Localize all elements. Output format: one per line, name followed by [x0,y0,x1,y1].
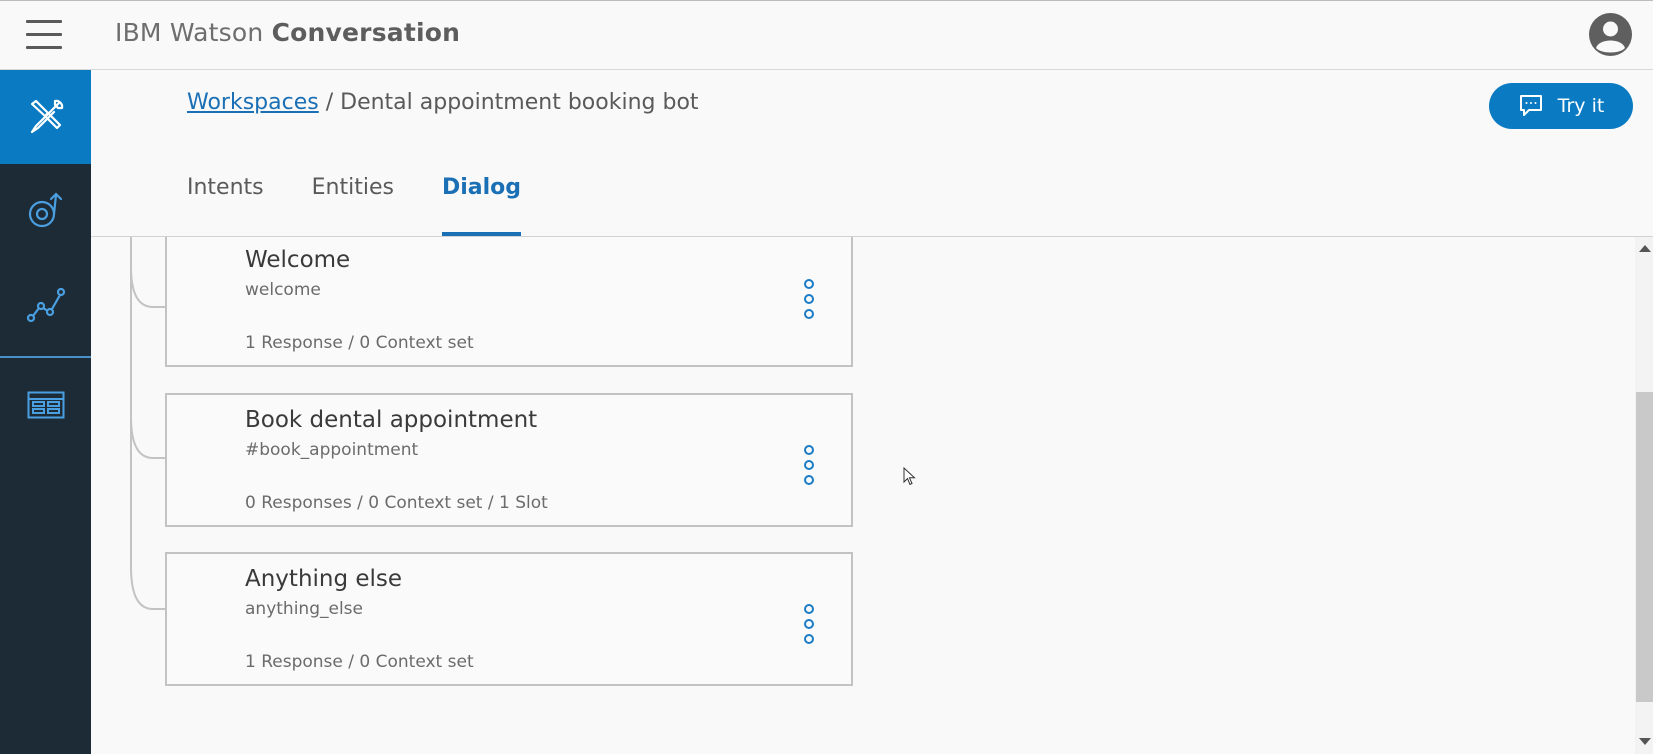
analytics-icon [26,287,65,323]
top-bar: IBM Watson Conversation [0,0,1653,70]
node-title: Anything else [245,566,403,592]
tab-entities[interactable]: Entities [312,173,394,236]
mouse-cursor-icon [903,467,916,486]
node-meta: 0 Responses / 0 Context set / 1 Slot [245,493,548,513]
try-it-label: Try it [1557,95,1605,117]
node-title: Book dental appointment [245,407,538,433]
node-meta: 1 Response / 0 Context set [245,333,474,353]
scroll-down-arrow-icon[interactable] [1639,738,1651,745]
user-avatar-icon[interactable] [1589,13,1632,56]
scrollbar-thumb[interactable] [1636,392,1653,702]
node-title: Welcome [245,247,351,273]
tab-bar: Intents Entities Dialog [187,173,569,236]
more-vertical-icon[interactable] [802,279,816,321]
left-nav [0,70,91,754]
more-vertical-icon[interactable] [802,604,816,646]
nav-improve[interactable] [0,164,91,258]
dialog-node-anything-else[interactable]: Anything else anything_else 1 Response /… [165,552,853,686]
dialog-tree: Welcome welcome 1 Response / 0 Context s… [91,237,1635,754]
app-title-prefix: IBM Watson [115,18,264,47]
improve-icon [28,192,62,228]
tab-dialog[interactable]: Dialog [441,173,522,236]
nav-deploy[interactable] [0,358,91,452]
more-vertical-icon[interactable] [802,445,816,487]
nav-build[interactable] [0,70,91,164]
try-it-button[interactable]: Try it [1489,83,1633,129]
app-title-bold: Conversation [271,18,461,47]
tab-intents[interactable]: Intents [187,173,264,236]
chat-bubble-icon [1519,95,1542,116]
deploy-icon [27,391,64,419]
hamburger-menu-icon[interactable] [26,20,62,50]
breadcrumb-current: Dental appointment booking bot [340,90,699,115]
node-meta: 1 Response / 0 Context set [245,652,474,672]
node-condition: anything_else [245,599,363,619]
tools-icon [30,99,63,134]
tree-connector [130,237,165,610]
app-title: IBM Watson Conversation [115,18,460,47]
node-condition: #book_appointment [245,440,419,460]
breadcrumb-separator: / [318,90,341,115]
dialog-node-welcome[interactable]: Welcome welcome 1 Response / 0 Context s… [165,237,853,367]
breadcrumb-workspaces-link[interactable]: Workspaces [187,90,319,115]
scroll-up-arrow-icon[interactable] [1639,245,1651,252]
dialog-node-book-dental-appointment[interactable]: Book dental appointment #book_appointmen… [165,393,853,527]
nav-analytics[interactable] [0,258,91,352]
breadcrumb: Workspaces / Dental appointment booking … [187,90,699,115]
node-condition: welcome [245,280,321,300]
